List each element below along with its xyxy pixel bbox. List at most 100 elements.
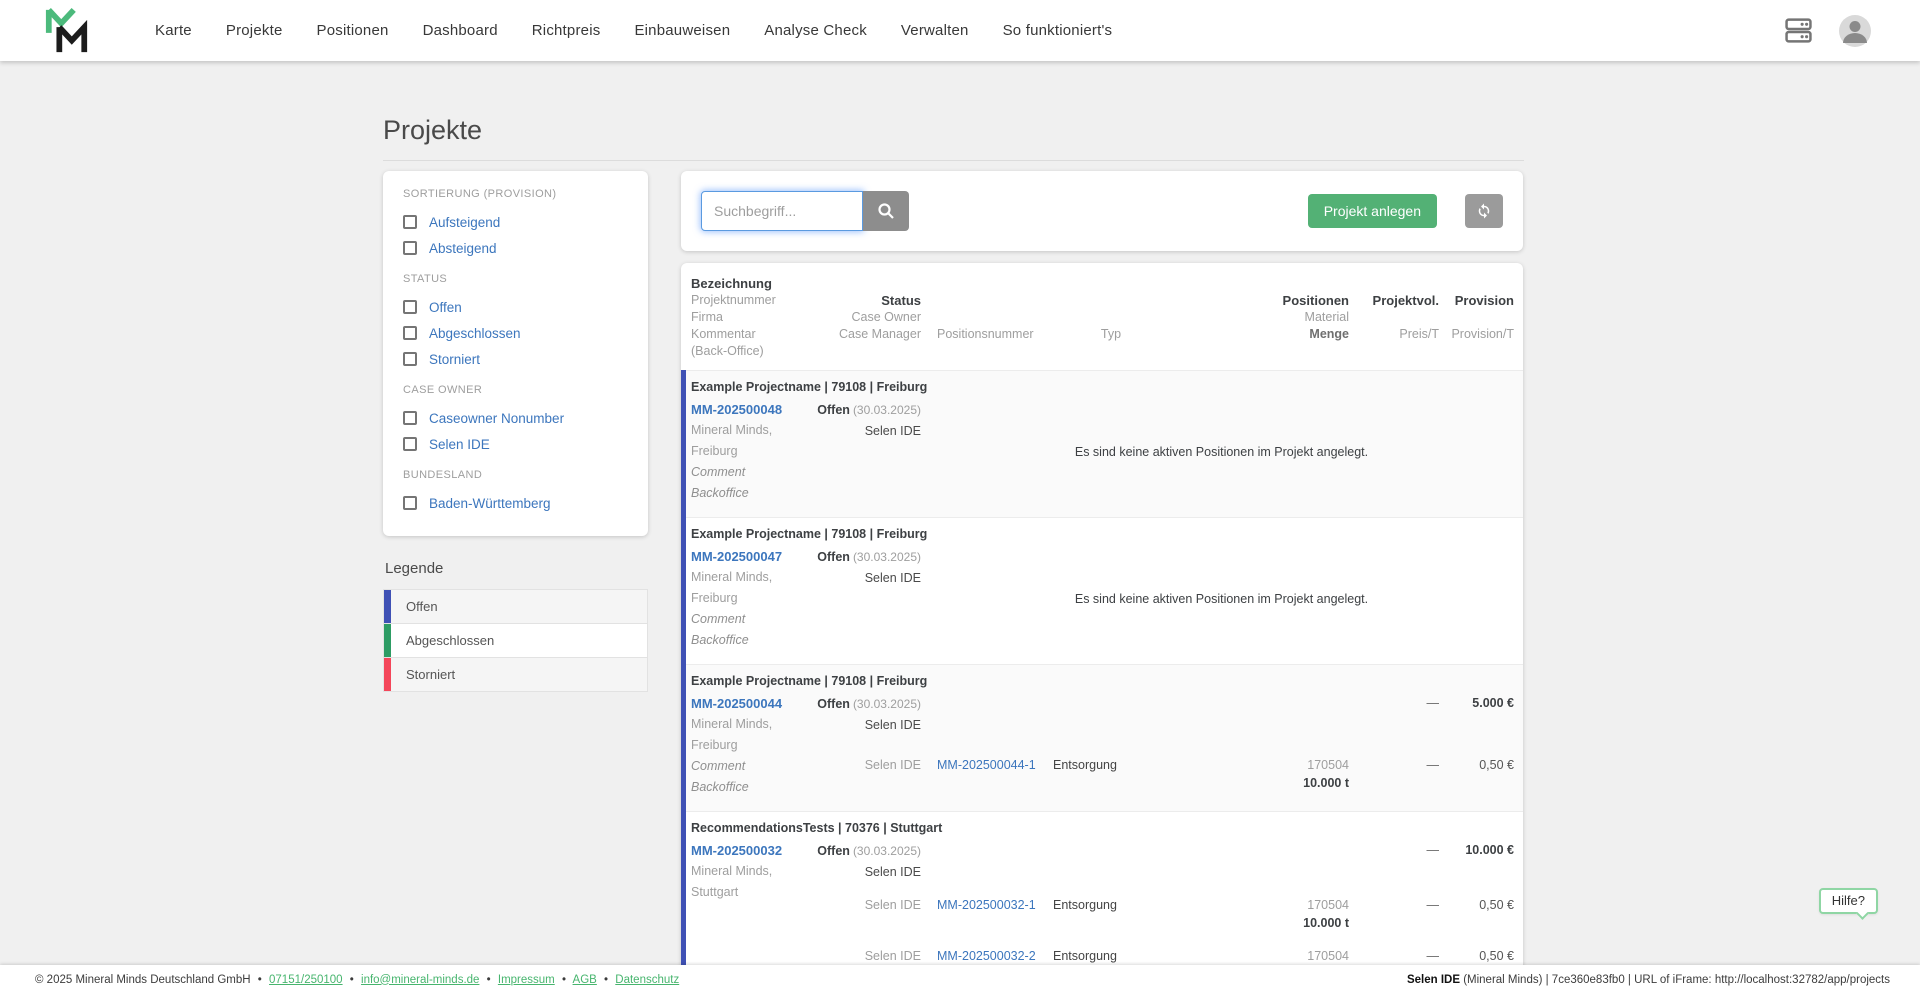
status-label: Offen (817, 403, 850, 417)
project-row[interactable]: Example Projectname | 79108 | Freiburg M… (681, 370, 1523, 517)
project-city: Freiburg (691, 444, 738, 458)
material-menge: 10.000 t (1303, 916, 1349, 930)
footer-agb-link[interactable]: AGB (573, 974, 597, 986)
separator: • (349, 973, 354, 986)
position-row[interactable]: Selen IDE MM-202500032-1 Entsorgung 1705… (811, 896, 1522, 932)
nav-richtpreis[interactable]: Richtpreis (515, 22, 618, 39)
project-info: MM-202500048 Mineral Minds, Freiburg Com… (691, 399, 811, 504)
filter-option-storniert[interactable]: Storniert (403, 346, 628, 372)
filter-option-baden-wuerttemberg[interactable]: Baden-Württemberg (403, 490, 628, 516)
no-positions-message: Es sind keine aktiven Positionen im Proj… (1074, 444, 1369, 459)
page-title: Projekte (383, 115, 483, 145)
positions-list: Selen IDE MM-202500044-1 Entsorgung 1705… (811, 756, 1522, 799)
nav-analyse-check[interactable]: Analyse Check (747, 22, 884, 39)
filter-section-bundesland: BUNDESLAND (403, 469, 483, 481)
position-material: 170504 10.000 t (1171, 896, 1354, 932)
project-number-link[interactable]: MM-202500048 (691, 399, 811, 420)
checkbox-icon[interactable] (403, 215, 417, 229)
case-owner: Selen IDE (864, 718, 921, 732)
projects-table: Bezeichnung Projektnummer Firma Kommenta… (681, 263, 1523, 994)
create-project-button[interactable]: Projekt anlegen (1307, 194, 1437, 228)
position-typ: Entsorgung (1053, 898, 1117, 912)
footer-session-info: Selen IDE (Mineral Minds) | 7ce360e83fb0… (1407, 974, 1890, 986)
separator: • (604, 973, 609, 986)
project-firm: Mineral Minds, (691, 717, 773, 731)
legend-color-abgeschlossen (384, 624, 391, 657)
checkbox-icon[interactable] (403, 300, 417, 314)
nav-dashboard[interactable]: Dashboard (406, 22, 515, 39)
status-date: (30.03.2025) (852, 697, 921, 711)
footer-left: © 2025 Mineral Minds Deutschland GmbH • … (35, 974, 679, 986)
server-icon[interactable] (1785, 17, 1812, 44)
legend: Legende Offen Abgeschlossen Storniert (383, 560, 648, 692)
project-firm: Mineral Minds, (691, 864, 773, 878)
refresh-button[interactable] (1465, 194, 1503, 228)
top-nav: Karte Projekte Positionen Dashboard Rich… (0, 0, 1920, 61)
checkbox-icon[interactable] (403, 241, 417, 255)
material-menge: 10.000 t (1303, 775, 1349, 790)
filter-option-selen-ide[interactable]: Selen IDE (403, 431, 628, 457)
filter-option-absteigend[interactable]: Absteigend (403, 235, 628, 261)
footer-phone-link[interactable]: 07151/250100 (269, 974, 343, 986)
header-positionen-group: Positionen Material Menge (1282, 293, 1349, 341)
material-code: 170504 (1307, 898, 1349, 912)
header-status-group: Status Case Owner Case Manager (839, 293, 921, 341)
footer-session-detail: (Mineral Minds) | 7ce360e83fb0 | URL of … (1460, 973, 1890, 986)
help-label: Hilfe? (1831, 893, 1865, 908)
project-number-link[interactable]: MM-202500032 (691, 840, 811, 861)
status-label: Offen (817, 844, 850, 858)
footer: © 2025 Mineral Minds Deutschland GmbH • … (0, 965, 1920, 994)
status-stripe (681, 370, 686, 517)
separator: • (257, 973, 262, 986)
checkbox-icon[interactable] (403, 496, 417, 510)
project-number-link[interactable]: MM-202500047 (691, 546, 811, 567)
checkbox-icon[interactable] (403, 352, 417, 366)
project-number-link[interactable]: MM-202500044 (691, 693, 811, 714)
position-preis-t: — (1426, 898, 1440, 912)
checkbox-icon[interactable] (403, 437, 417, 451)
status-label: Offen (817, 550, 850, 564)
filter-option-aufsteigend[interactable]: Aufsteigend (403, 209, 628, 235)
search-icon (878, 203, 894, 219)
position-typ: Entsorgung (1053, 757, 1117, 772)
footer-email-link[interactable]: info@mineral-minds.de (361, 974, 479, 986)
help-button[interactable]: Hilfe? (1818, 888, 1878, 920)
checkbox-icon[interactable] (403, 411, 417, 425)
nav-projekte[interactable]: Projekte (209, 22, 300, 39)
project-comment: Comment (691, 759, 746, 773)
filter-option-offen[interactable]: Offen (403, 294, 628, 320)
project-status: Offen (30.03.2025) Selen IDE (811, 693, 921, 743)
user-avatar-icon[interactable] (1838, 14, 1872, 48)
position-number-link[interactable]: MM-202500032-1 (937, 898, 1036, 912)
app-logo[interactable] (44, 6, 94, 56)
project-row[interactable]: Example Projectname | 79108 | Freiburg M… (681, 664, 1523, 811)
checkbox-icon[interactable] (403, 326, 417, 340)
case-owner: Selen IDE (864, 571, 921, 585)
nav-positionen[interactable]: Positionen (300, 22, 406, 39)
project-row[interactable]: Example Projectname | 79108 | Freiburg M… (681, 517, 1523, 664)
position-row[interactable]: Selen IDE MM-202500044-1 Entsorgung 1705… (811, 756, 1522, 792)
position-provision: 0,50 € (1479, 898, 1514, 912)
filter-option-caseowner-nonumber[interactable]: Caseowner Nonumber (403, 405, 628, 431)
project-status: Offen (30.03.2025) Selen IDE (811, 399, 921, 442)
status-stripe (681, 517, 686, 664)
position-number-link[interactable]: MM-202500044-1 (937, 758, 1036, 772)
project-backoffice: Backoffice (691, 633, 749, 647)
footer-impressum-link[interactable]: Impressum (498, 974, 555, 986)
project-firm: Mineral Minds, (691, 423, 773, 437)
project-provision: 10.000 € (1465, 843, 1514, 857)
nav-so-funktionierts[interactable]: So funktioniert's (986, 22, 1130, 39)
project-title: RecommendationsTests | 70376 | Stuttgart (691, 821, 943, 835)
project-backoffice: Backoffice (691, 486, 749, 500)
nav-verwalten[interactable]: Verwalten (884, 22, 986, 39)
nav-karte[interactable]: Karte (138, 22, 209, 39)
footer-datenschutz-link[interactable]: Datenschutz (615, 974, 679, 986)
position-number-link[interactable]: MM-202500032-2 (937, 949, 1036, 963)
search-button[interactable] (863, 191, 909, 231)
nav-einbauweisen[interactable]: Einbauweisen (617, 22, 747, 39)
project-status: Offen (30.03.2025) Selen IDE (811, 546, 921, 589)
speech-bubble-tail-icon (1856, 907, 1869, 920)
filter-option-abgeschlossen[interactable]: Abgeschlossen (403, 320, 628, 346)
search-input[interactable] (701, 191, 863, 231)
separator: • (561, 973, 566, 986)
